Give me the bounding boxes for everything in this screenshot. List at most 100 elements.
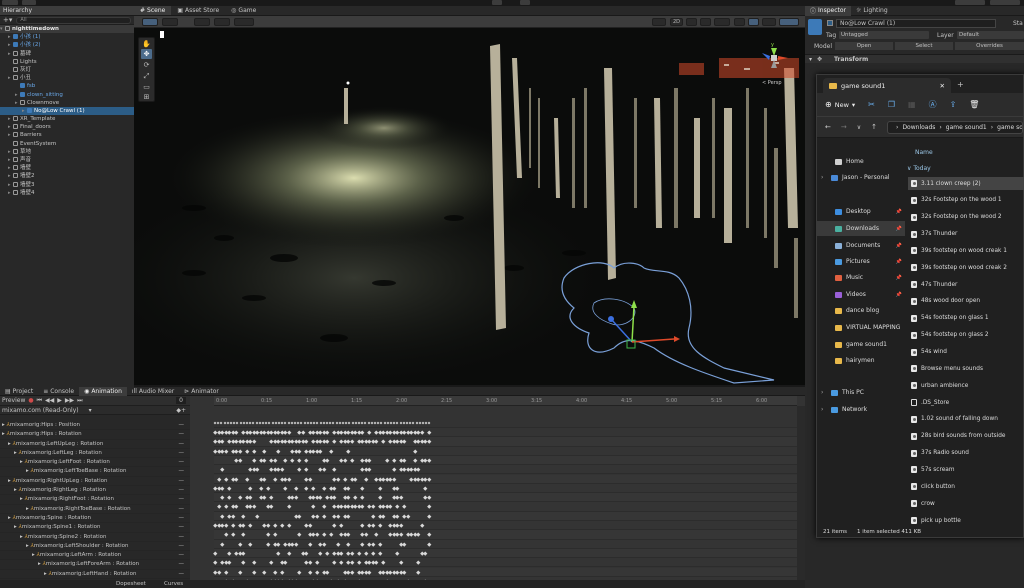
keyframe[interactable] [342, 458, 347, 462]
keyframe[interactable] [360, 523, 365, 528]
hierarchy-item[interactable]: ▸ 草地 [0, 148, 134, 156]
dopesheet-scrollbar[interactable] [797, 406, 805, 580]
keyframe[interactable] [395, 514, 400, 518]
explorer-tab[interactable]: game sound1 ✕ [823, 78, 951, 93]
keyframe[interactable] [276, 542, 281, 546]
keyframe[interactable] [318, 551, 323, 555]
active-checkbox[interactable] [827, 20, 833, 26]
animated-property-row[interactable]: ▸ ⅄mixamorig:Hips : Position — [0, 421, 190, 431]
keyframe[interactable] [290, 495, 295, 500]
frame-field[interactable]: 0 [176, 397, 186, 404]
overrides-dropdown[interactable]: Overrides [955, 42, 1024, 50]
copy-icon[interactable]: ❐ [888, 100, 895, 109]
gizmo-global-button[interactable] [214, 18, 230, 26]
keyframe[interactable] [248, 486, 253, 490]
keyframe[interactable] [227, 486, 232, 490]
keyframe[interactable] [349, 560, 354, 565]
keyframe[interactable] [237, 542, 242, 546]
keyframe[interactable] [370, 523, 375, 528]
animated-property-row[interactable]: ▸ ⅄mixamorig:LeftUpLeg : Rotation — [0, 440, 190, 449]
tab-project[interactable]: ▤ Project [0, 387, 38, 396]
keyframe[interactable] [370, 514, 375, 518]
keyframe[interactable] [297, 514, 302, 518]
keyframe[interactable] [248, 467, 253, 472]
add-key-icon[interactable]: ◆+ [176, 407, 186, 414]
keyframe[interactable] [332, 523, 337, 528]
paste-icon[interactable]: ▦ [908, 100, 916, 109]
keyframe[interactable] [239, 421, 243, 425]
pause-button[interactable] [520, 0, 530, 5]
nav-item[interactable]: Music 📌 [817, 270, 905, 285]
dopesheet-row[interactable] [213, 558, 797, 568]
keyframe[interactable] [423, 486, 428, 490]
property-options-icon[interactable]: — [179, 440, 185, 449]
grid-toggle[interactable] [748, 18, 759, 26]
file-item[interactable]: 48s wood door open [908, 295, 1024, 308]
keyframe[interactable] [307, 542, 312, 546]
keyframe[interactable] [234, 476, 239, 481]
keyframe[interactable] [237, 495, 242, 500]
file-item[interactable]: 39s footstep on wood creak 2 [908, 261, 1024, 274]
keyframe[interactable] [234, 430, 239, 435]
keyframe[interactable] [426, 430, 431, 435]
keyframe[interactable] [223, 523, 228, 528]
keyframe[interactable] [374, 560, 379, 565]
keyframe[interactable] [353, 476, 358, 481]
last-key-icon[interactable]: ⏭ [77, 397, 82, 405]
cut-icon[interactable]: ✂ [868, 100, 875, 109]
keyframe[interactable] [367, 421, 371, 425]
keyframe[interactable] [223, 476, 228, 481]
property-options-icon[interactable]: — [179, 505, 185, 514]
keyframe[interactable] [251, 458, 256, 462]
hierarchy-item[interactable]: Lights [0, 58, 134, 66]
animated-property-row[interactable]: ▸ ⅄mixamorig:Spine : Rotation — [0, 514, 190, 524]
animated-property-row[interactable]: ▸ ⅄mixamorig:Spine2 : Rotation — [0, 533, 190, 542]
first-key-icon[interactable]: ⏮ [37, 397, 42, 405]
keyframe[interactable] [377, 523, 382, 528]
column-name-header[interactable]: Name [915, 149, 933, 156]
keyframe[interactable] [409, 467, 414, 472]
keyframe[interactable] [415, 421, 419, 425]
keyframe[interactable] [299, 421, 303, 425]
chevron-down-icon[interactable]: ∨ [857, 124, 861, 131]
keyframe[interactable] [293, 542, 298, 546]
keyframe[interactable] [370, 542, 375, 546]
keyframe[interactable] [360, 504, 365, 509]
keyframe[interactable] [276, 449, 281, 453]
keyframe[interactable] [272, 523, 277, 528]
layers-dropdown[interactable] [955, 0, 985, 5]
keyframe[interactable] [220, 495, 225, 500]
keyframe[interactable] [374, 532, 379, 537]
expand-arrow-icon[interactable]: › [821, 174, 823, 181]
property-options-icon[interactable]: — [179, 486, 185, 495]
pin-icon[interactable]: 📌 [896, 226, 902, 232]
keyframe[interactable] [351, 421, 355, 425]
add-dropdown-icon[interactable]: +▾ [3, 16, 12, 24]
group-today[interactable]: ∨ Today [907, 165, 931, 172]
nav-item[interactable]: Downloads 📌 [817, 221, 905, 236]
move-tool-icon[interactable]: ✥ [141, 49, 152, 59]
keyframe[interactable] [391, 458, 396, 462]
keyframe[interactable] [237, 569, 242, 574]
property-options-icon[interactable]: — [179, 551, 185, 560]
keyframe[interactable] [426, 495, 431, 500]
nav-item[interactable]: › Jason - Personal [817, 170, 905, 185]
keyframe[interactable] [349, 439, 354, 444]
keyframe[interactable] [328, 532, 333, 537]
hierarchy-item[interactable]: ▸ 墙壁2 [0, 172, 134, 180]
keyframe[interactable] [262, 569, 267, 574]
rename-icon[interactable]: Ⓐ [929, 99, 937, 110]
keyframe[interactable] [346, 495, 351, 500]
hierarchy-item[interactable]: ▸ No@Low Crawl (1) [0, 106, 134, 116]
file-item[interactable]: 37s Thunder [908, 228, 1024, 241]
keyframe[interactable] [367, 458, 372, 462]
keyframe[interactable] [321, 504, 326, 509]
keyframe[interactable] [314, 560, 319, 565]
tab-scene[interactable]: # Scene [134, 6, 172, 15]
up-arrow-icon[interactable]: ↑ [871, 123, 877, 131]
keyframe[interactable] [248, 542, 253, 546]
keyframe[interactable] [307, 569, 312, 574]
keyframe[interactable] [271, 421, 275, 425]
hierarchy-item[interactable]: ▸ 墙壁3 [0, 181, 134, 189]
tab-console[interactable]: ≡ Console [38, 387, 79, 396]
